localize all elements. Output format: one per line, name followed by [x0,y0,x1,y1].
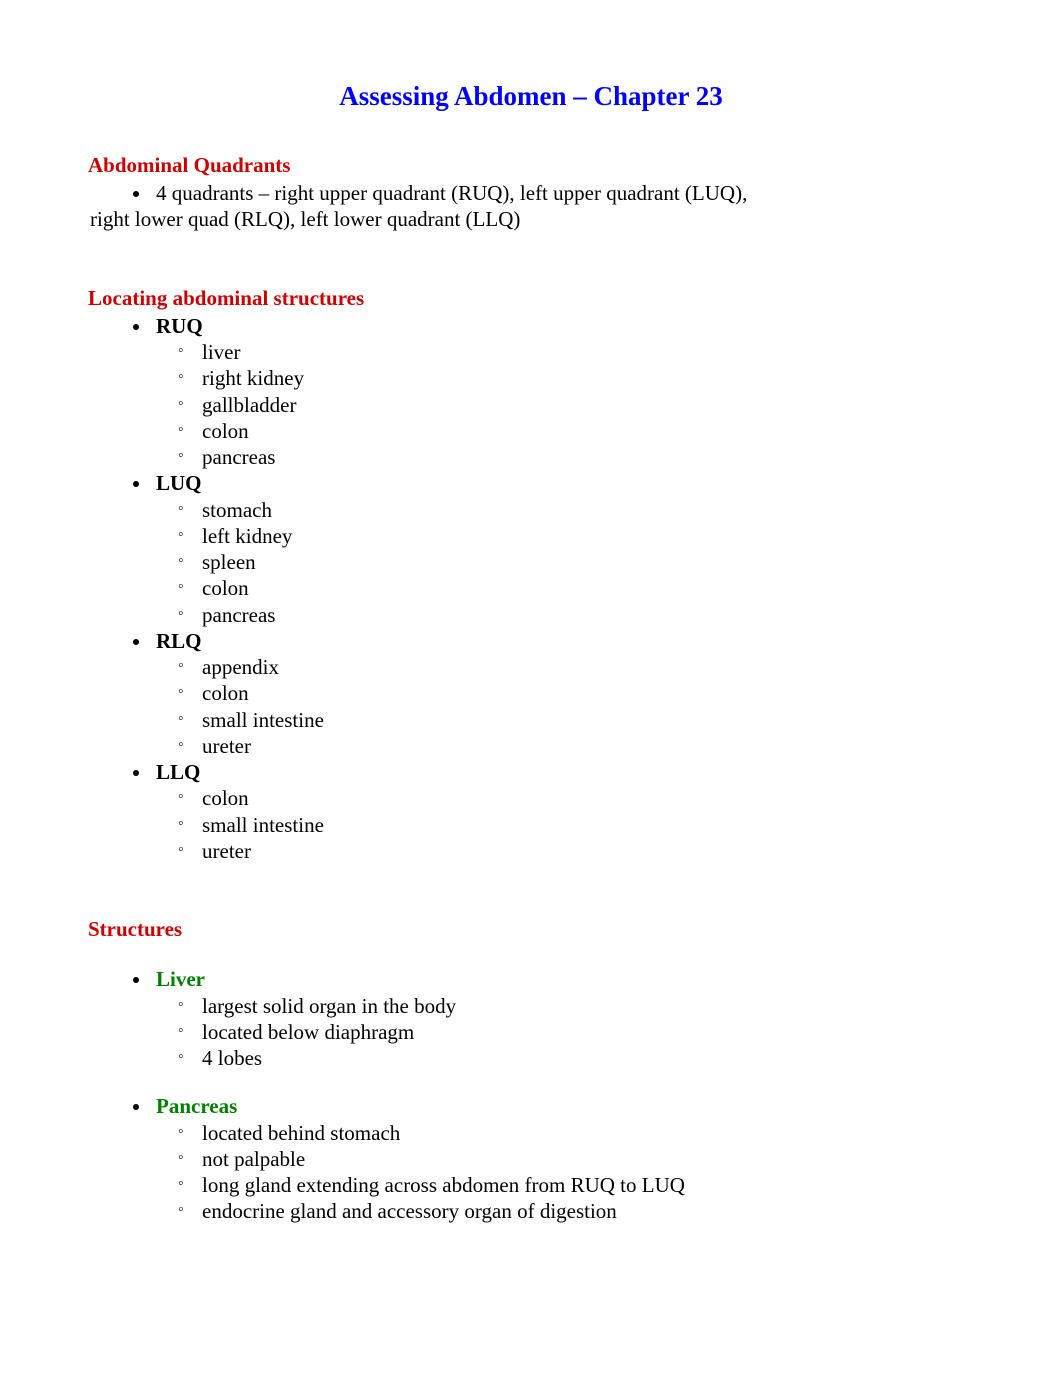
list-item: endocrine gland and accessory organ of d… [178,1198,974,1224]
list-item: left kidney [178,523,974,549]
list-item: small intestine [178,707,974,733]
document-title: Assessing Abdomen – Chapter 23 [88,80,974,114]
sublist-rlq: appendix colon small intestine ureter [156,654,974,759]
list-item: right kidney [178,365,974,391]
quadrant-label: RLQ [156,629,202,653]
list-item: colon [178,418,974,444]
sublist-pancreas: located behind stomach not palpable long… [156,1120,974,1225]
list-item: gallbladder [178,392,974,418]
structure-label: Liver [156,967,205,991]
sublist-liver: largest solid organ in the body located … [156,993,974,1072]
list-item: ureter [178,838,974,864]
quadrant-label: RUQ [156,314,203,338]
list-item: stomach [178,497,974,523]
list-item: located below diaphragm [178,1019,974,1045]
list-item-luq: LUQ stomach left kidney spleen colon pan… [152,470,974,628]
list-locating-structures: RUQ liver right kidney gallbladder colon… [88,313,974,864]
list-item: 4 lobes [178,1045,974,1071]
heading-locating-structures: Locating abdominal structures [88,285,974,311]
sublist-luq: stomach left kidney spleen colon pancrea… [156,497,974,628]
list-item-llq: LLQ colon small intestine ureter [152,759,974,864]
quadrant-label: LUQ [156,471,202,495]
list-item: liver [178,339,974,365]
list-item: colon [178,680,974,706]
list-structures: Liver largest solid organ in the body lo… [88,966,974,1071]
wrap-line: right lower quad (RLQ), left lower quadr… [90,206,974,232]
list-item: colon [178,575,974,601]
sublist-llq: colon small intestine ureter [156,785,974,864]
list-item-liver: Liver largest solid organ in the body lo… [152,966,974,1071]
list-item-pancreas: Pancreas located behind stomach not palp… [152,1093,974,1224]
list-item: located behind stomach [178,1120,974,1146]
list-structures-2: Pancreas located behind stomach not palp… [88,1093,974,1224]
list-item: appendix [178,654,974,680]
sublist-ruq: liver right kidney gallbladder colon pan… [156,339,974,470]
list-item: 4 quadrants – right upper quadrant (RUQ)… [152,180,974,206]
heading-abdominal-quadrants: Abdominal Quadrants [88,152,974,178]
list-item: largest solid organ in the body [178,993,974,1019]
list-item: small intestine [178,812,974,838]
list-item-rlq: RLQ appendix colon small intestine urete… [152,628,974,759]
quadrant-label: LLQ [156,760,200,784]
list-item: pancreas [178,444,974,470]
list-item: ureter [178,733,974,759]
list-item: pancreas [178,602,974,628]
structure-label: Pancreas [156,1094,237,1118]
list-item: spleen [178,549,974,575]
list-item: not palpable [178,1146,974,1172]
heading-structures: Structures [88,916,974,942]
list-item: long gland extending across abdomen from… [178,1172,974,1198]
list-abdominal-quadrants: 4 quadrants – right upper quadrant (RUQ)… [88,180,974,206]
list-item: colon [178,785,974,811]
list-item-ruq: RUQ liver right kidney gallbladder colon… [152,313,974,471]
